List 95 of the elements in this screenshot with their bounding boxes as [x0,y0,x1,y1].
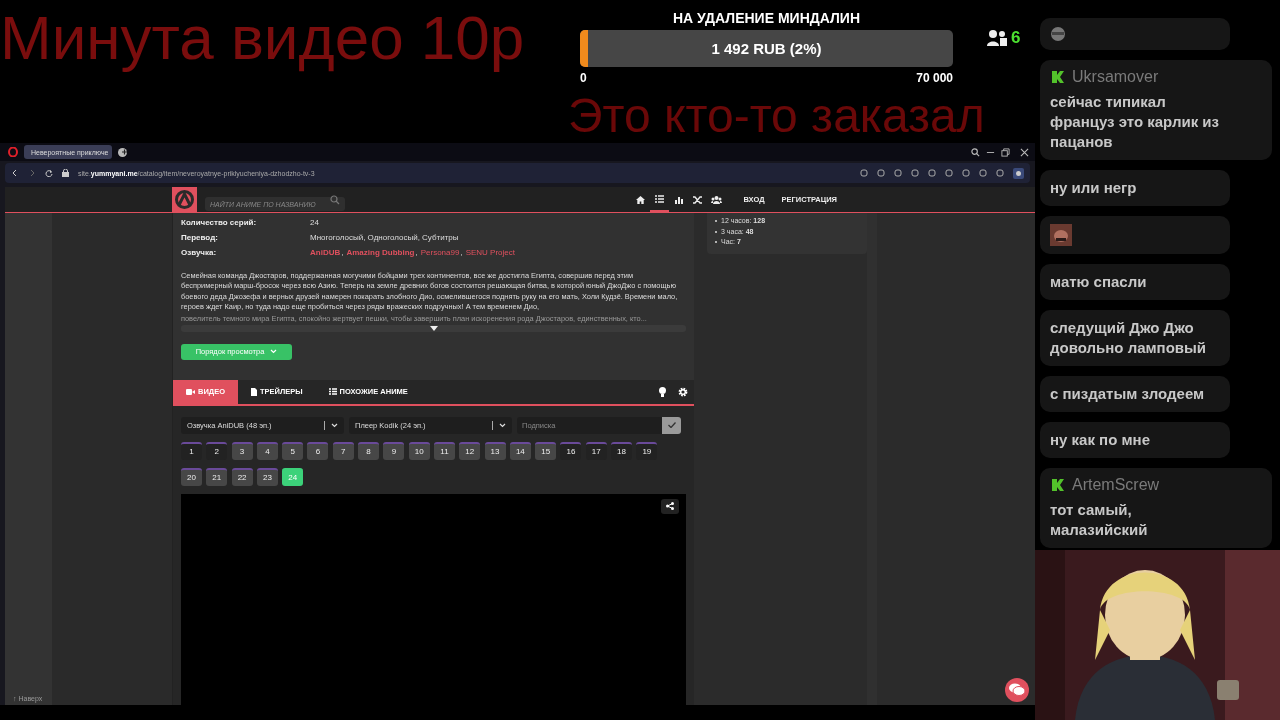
shuffle-icon [693,195,703,204]
platform-badge-icon [1050,69,1066,85]
toolbar-icon[interactable] [962,169,970,177]
chat-message-text: ну или негр [1050,178,1138,198]
toolbar-icon[interactable] [911,169,919,177]
episode-button[interactable]: 19 [636,441,658,460]
toolbar-icon[interactable] [894,169,902,177]
forward-icon[interactable] [28,169,36,177]
viewer-count: 6 [1011,28,1021,48]
episode-button[interactable]: 8 [358,441,380,460]
toolbar-icon[interactable] [877,169,885,177]
viewers-icon [987,29,1007,47]
chat-message-text: сейчас типикал француз это карлик из пацанов [1050,92,1220,152]
episode-button[interactable]: 18 [611,441,633,460]
back-icon[interactable] [11,169,19,177]
episode-button[interactable]: 7 [332,441,354,460]
list-icon [328,388,337,396]
info-label: Перевод: [181,233,219,242]
checkmark-icon [667,422,676,429]
episode-button[interactable]: 17 [585,441,607,460]
chat-button[interactable] [1005,678,1029,702]
episode-button[interactable]: 22 [231,467,253,486]
emote-icon [1050,224,1072,246]
info-value: Многоголосый, Одноголосый, Субтитры [310,233,459,242]
chat-username: ArtemScrew [1072,476,1160,494]
toolbar-icon[interactable] [945,169,953,177]
caret-icon [270,349,278,355]
expand-arrow-icon [429,325,438,331]
toolbar-icon[interactable] [979,169,987,177]
site-logo-icon[interactable] [172,187,197,212]
goal-min: 0 [580,71,587,85]
chevron-down-icon [331,422,338,428]
chat-message-text: тот самый, малазийский [1050,500,1149,540]
goal-max: 70 000 [916,71,953,85]
episode-button[interactable]: 10 [408,441,430,460]
episode-button[interactable]: 4 [256,441,278,460]
chat-message-text: с пиздатым злодеем [1050,384,1206,404]
episode-button[interactable]: 16 [560,441,582,460]
lock-icon [62,169,69,177]
new-tab-button[interactable] [118,147,127,157]
episode-button[interactable]: 9 [383,441,405,460]
subscribe-button[interactable] [662,416,681,434]
chat-message-text: следущий Джо Джо довольно ламповый [1050,318,1208,358]
episode-button[interactable]: 1 [181,441,202,460]
video-camera-icon [186,388,195,395]
info-value: 24 [310,218,319,227]
episode-button[interactable]: 23 [256,467,278,486]
episode-button[interactable]: 21 [206,467,228,486]
speech-bubbles-icon [1009,683,1025,697]
goal-amount: 1 492 RUB (2%) [711,40,822,57]
reload-icon[interactable] [45,169,53,177]
list-icon [655,194,665,203]
file-icon [251,387,257,396]
list-separator: , [341,248,344,257]
chat-username: Ukrsamover [1072,68,1159,86]
episode-button[interactable]: 2 [206,441,228,460]
home-icon [636,195,646,204]
info-label: Количество серий: [181,218,258,227]
dubbing-link[interactable]: SENU Project [465,248,515,257]
toolbar-icon[interactable] [860,169,868,177]
lightbulb-icon[interactable] [659,386,666,397]
list-separator: , [460,248,463,257]
promo-text: Минута видео 10р [0,3,525,72]
close-icon[interactable] [1020,147,1029,157]
toolbar-icon[interactable] [996,169,1004,177]
share-button[interactable] [661,498,679,514]
restore-icon[interactable] [1001,147,1010,157]
browser-logo-icon [8,147,18,157]
goal-title: НА УДАЛЕНИЕ МИНДАЛИН [673,10,860,26]
alert-text: Это кто-то заказал [568,88,985,143]
episode-button[interactable]: 13 [484,441,506,460]
platform-badge-icon [1050,477,1066,493]
episode-button[interactable]: 5 [282,441,304,460]
chat-message-text: матю спасли [1050,272,1148,292]
episode-button[interactable]: 3 [231,441,253,460]
info-label: Озвучка: [181,248,218,257]
emote-icon [1050,26,1066,42]
episode-button[interactable]: 20 [181,467,202,486]
episode-button[interactable]: 14 [509,441,531,460]
episode-button[interactable]: 11 [433,441,455,460]
dubbing-link[interactable]: Amazing Dubbing [346,248,415,257]
share-icon [666,502,674,511]
bar-chart-icon [675,195,683,204]
chat-message-text: ну как по мне [1050,430,1151,450]
extension-icon[interactable] [1013,167,1024,179]
episode-button[interactable]: 12 [459,441,481,460]
search-icon[interactable] [971,147,980,157]
chevron-down-icon [499,422,506,428]
episode-button[interactable]: 6 [307,441,329,460]
settings-icon[interactable] [678,386,688,397]
list-separator: , [415,248,418,257]
episode-button[interactable]: 15 [535,441,557,460]
toolbar-icon[interactable] [928,169,936,177]
dubbing-link[interactable]: Persona99 [420,248,460,257]
users-icon [711,195,723,204]
